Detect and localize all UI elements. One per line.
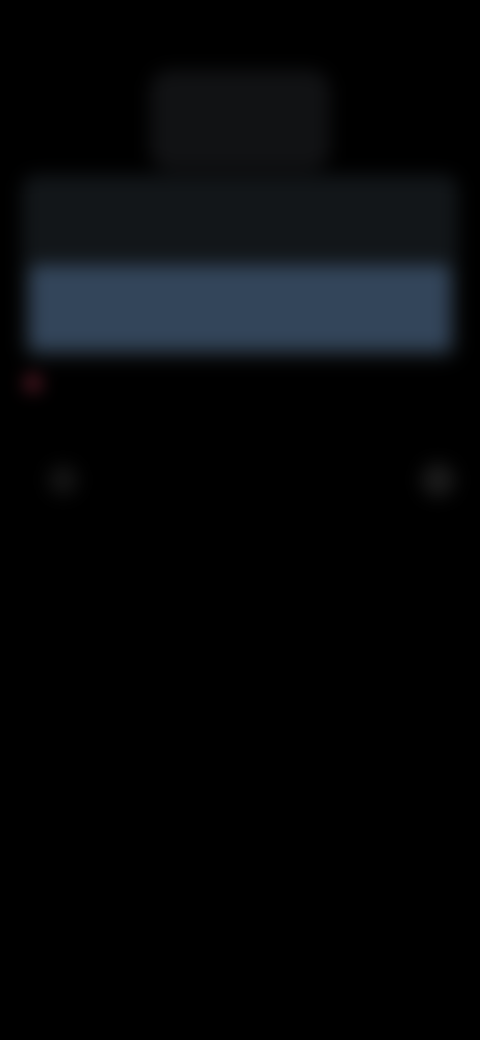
app-screen [0, 0, 480, 1040]
card-label-left [62, 181, 152, 203]
summary-line-2 [20, 394, 250, 416]
header-pill[interactable] [150, 70, 330, 170]
list-item-trailing-icon[interactable] [421, 463, 455, 497]
blurred-content-overlay [0, 0, 480, 1040]
status-icons [330, 16, 440, 42]
summary-line-1 [20, 372, 250, 394]
card-highlight-bar[interactable] [30, 265, 450, 350]
list-item[interactable] [40, 455, 460, 505]
list-item-icon [48, 465, 78, 495]
list-item-meta [235, 465, 275, 493]
summary-card[interactable] [22, 175, 458, 360]
header-action-button[interactable] [390, 90, 460, 120]
header-title [165, 90, 320, 120]
summary-text [20, 372, 250, 432]
card-label-right [348, 181, 428, 203]
status-time [30, 16, 125, 42]
accent-dot-icon [26, 376, 40, 391]
status-bar [0, 10, 480, 50]
